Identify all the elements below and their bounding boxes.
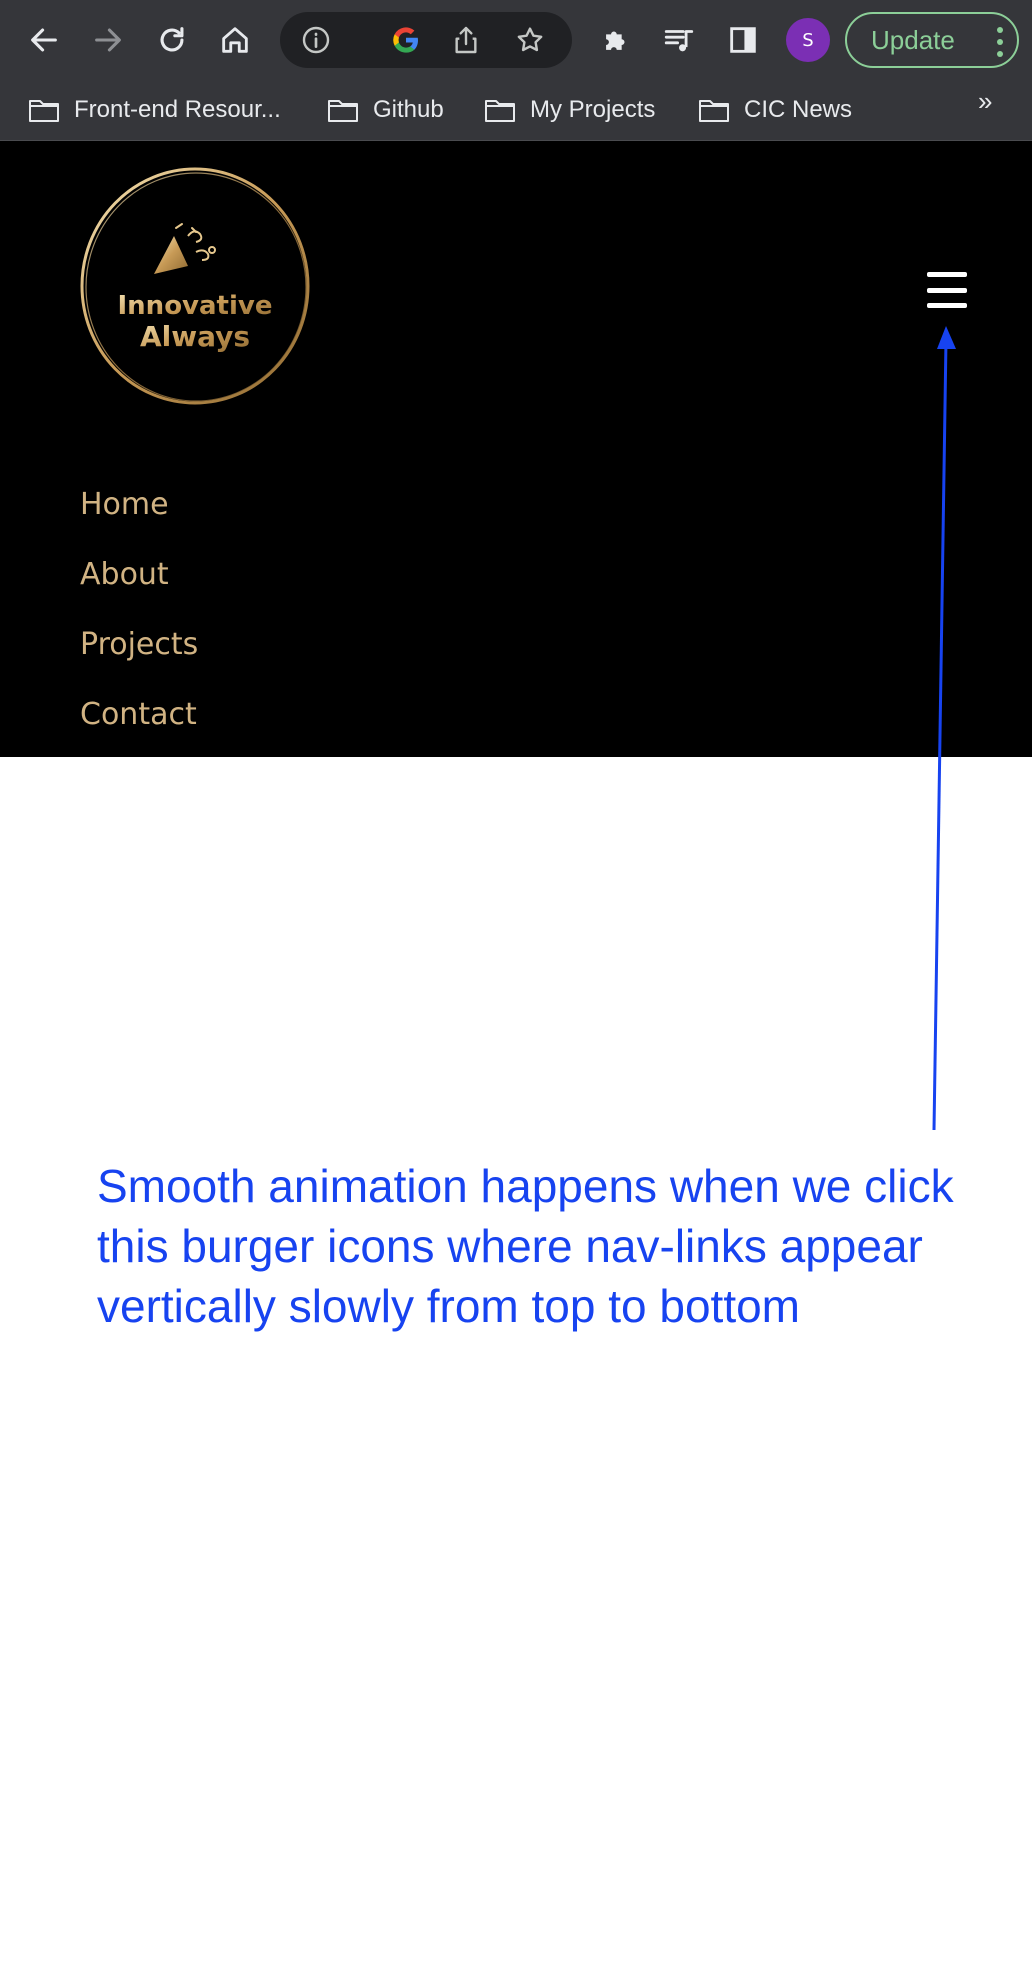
folder-icon: [29, 100, 59, 122]
playlist-music-icon: [664, 30, 694, 52]
google-icon: [393, 27, 418, 53]
side-panel-icon: [730, 27, 756, 53]
bookmark-folder-cic-news[interactable]: CIC News: [698, 88, 852, 132]
party-popper-icon: [154, 223, 216, 274]
bookmark-folder-front-end[interactable]: Front-end Resour...: [28, 88, 281, 132]
more-options-icon[interactable]: [997, 27, 1003, 57]
bookmark-star-button[interactable]: [510, 20, 550, 60]
arrow-left-icon: [31, 28, 57, 52]
bookmark-folder-github[interactable]: Github: [327, 88, 444, 132]
site-info-button[interactable]: [296, 20, 336, 60]
folder-icon: [328, 100, 358, 122]
profile-avatar[interactable]: S: [786, 18, 830, 62]
nav-link-home[interactable]: Home: [80, 478, 198, 548]
site-logo[interactable]: Innovative Always: [78, 166, 312, 406]
extensions-button[interactable]: [592, 16, 640, 64]
burger-line: [927, 272, 967, 277]
forward-button[interactable]: [84, 16, 132, 64]
bookmark-label: My Projects: [530, 96, 656, 123]
reload-icon: [160, 27, 184, 52]
arrow-right-icon: [95, 28, 121, 52]
home-button[interactable]: [211, 16, 259, 64]
bookmarks-bar: Front-end Resour... Github My Projects C…: [0, 80, 1032, 140]
update-label: Update: [871, 24, 955, 55]
bookmark-folder-my-projects[interactable]: My Projects: [484, 88, 655, 132]
update-button[interactable]: Update: [845, 12, 1019, 68]
folder-icon: [699, 100, 729, 122]
address-bar[interactable]: [280, 12, 572, 68]
logo-text-line1: Innovative: [118, 291, 273, 321]
folder-icon: [485, 100, 515, 122]
google-lens-button[interactable]: [386, 20, 426, 60]
nav-link-about[interactable]: About: [80, 548, 198, 618]
bookmark-label: CIC News: [744, 96, 853, 123]
bookmarks-overflow-button[interactable]: »: [978, 86, 992, 117]
burger-line: [927, 303, 967, 308]
share-button[interactable]: [446, 20, 486, 60]
bookmark-label: Front-end Resour...: [74, 96, 281, 123]
media-control-button[interactable]: [655, 16, 703, 64]
reload-button[interactable]: [148, 16, 196, 64]
logo-text-line2: Always: [140, 320, 250, 353]
bookmark-label: Github: [373, 96, 444, 123]
home-icon: [222, 27, 248, 53]
browser-toolbar: S Update: [0, 0, 1032, 80]
star-icon: [517, 27, 543, 52]
back-button[interactable]: [20, 16, 68, 64]
side-panel-button[interactable]: [719, 16, 767, 64]
logo-emblem: Innovative Always: [80, 167, 310, 405]
browser-chrome: S Update Front-end Resour... Github My P…: [0, 0, 1032, 141]
info-icon: [302, 26, 330, 54]
nav-links: Home About Projects Contact: [80, 478, 198, 758]
puzzle-icon: [606, 31, 625, 50]
nav-link-projects[interactable]: Projects: [80, 618, 198, 688]
share-icon: [455, 26, 477, 54]
annotation-note: Smooth animation happens when we click t…: [97, 1160, 954, 1332]
nav-link-contact[interactable]: Contact: [80, 688, 198, 758]
burger-line: [927, 287, 967, 293]
burger-menu-button[interactable]: [924, 272, 970, 308]
